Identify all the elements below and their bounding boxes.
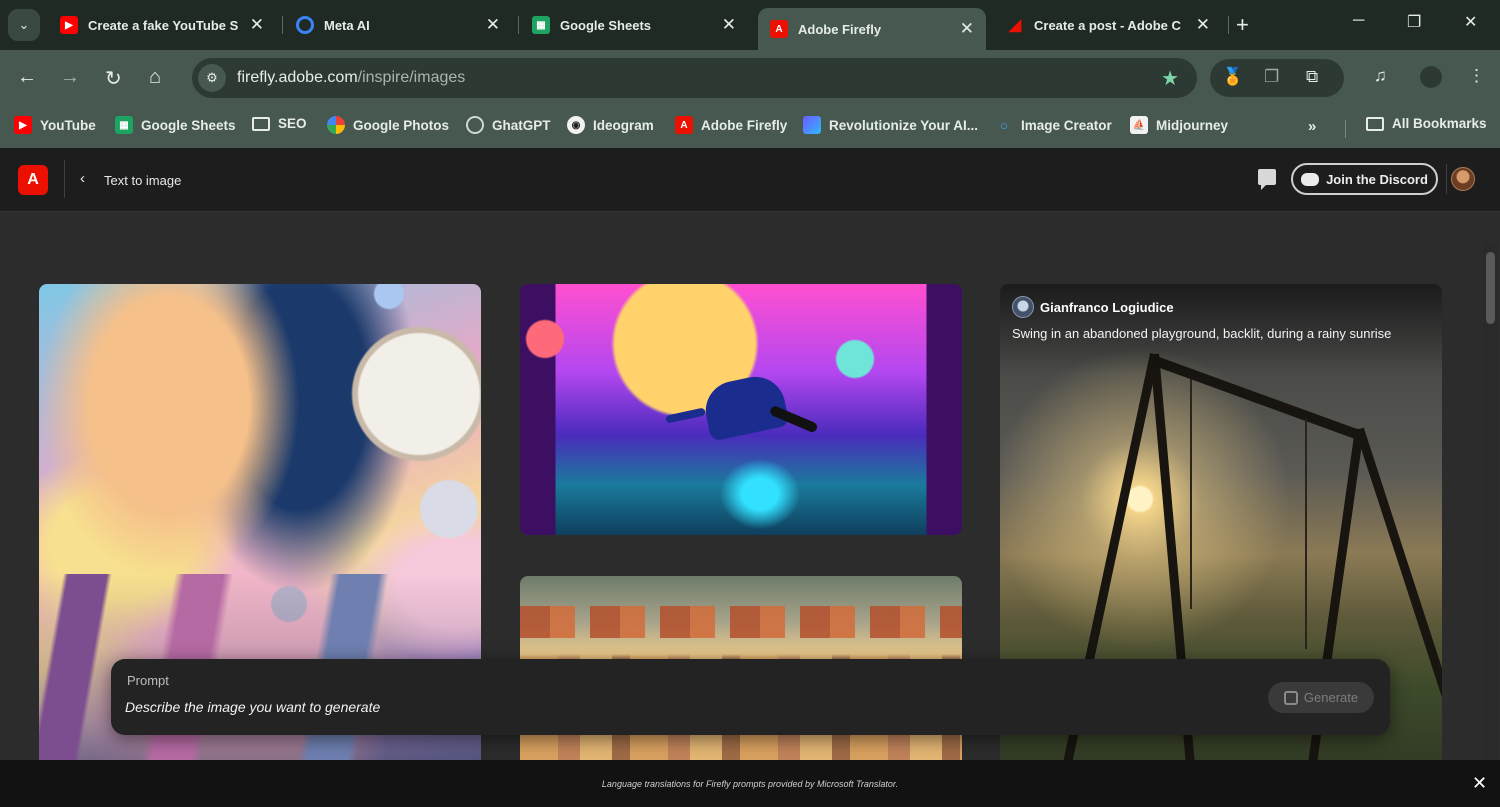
close-icon[interactable]: ✕ [1472, 773, 1487, 794]
generate-button[interactable]: Generate [1268, 682, 1374, 713]
copy-extension-icon[interactable]: ❐ [1264, 67, 1279, 87]
tab-close-icon[interactable]: ✕ [722, 15, 736, 35]
google-sheets-icon: ▦ [115, 116, 133, 134]
bookmark-adobe-firefly[interactable]: A Adobe Firefly [675, 116, 787, 134]
midjourney-icon: ⛵ [1130, 116, 1148, 134]
bookmark-midjourney[interactable]: ⛵ Midjourney [1130, 116, 1228, 134]
bookmark-image-creator[interactable]: ○ Image Creator [995, 116, 1112, 134]
bookmark-star-icon[interactable]: ★ [1161, 66, 1179, 91]
browser-tab-strip: ⌄ ▶ Create a fake YouTube S ✕ Meta AI ✕ … [0, 0, 1500, 50]
tab-separator [518, 16, 519, 34]
youtube-icon: ▶ [14, 116, 32, 134]
bookmark-google-photos[interactable]: Google Photos [327, 116, 449, 134]
card-author[interactable]: Gianfranco Logiudice [1012, 296, 1174, 318]
reload-icon[interactable]: ↻ [105, 66, 122, 91]
prompt-input[interactable] [125, 695, 1235, 719]
adobe-logo-icon[interactable]: A [18, 165, 48, 195]
adobe-icon: ◢ [1008, 17, 1022, 34]
bookmark-folder-seo[interactable]: SEO [252, 116, 307, 131]
tab-close-icon[interactable]: ✕ [250, 15, 264, 35]
chevron-down-icon: ⌄ [18, 17, 30, 32]
tab-youtube[interactable]: ▶ Create a fake YouTube S ✕ [48, 8, 276, 42]
bookmark-revolutionize[interactable]: Revolutionize Your AI... [803, 116, 978, 134]
bookmarks-bar: ▶ YouTube ▦ Google Sheets SEO Google Pho… [0, 106, 1500, 148]
tab-separator [282, 16, 283, 34]
tab-close-icon[interactable]: ✕ [1196, 15, 1210, 35]
extensions-group: 🏅 ❐ ⧉ [1210, 59, 1344, 97]
prompt-label: Prompt [127, 673, 169, 688]
generate-sparkle-icon [1283, 690, 1298, 705]
ideogram-icon: ◉ [567, 116, 585, 134]
author-avatar [1012, 296, 1034, 318]
bookmarks-overflow-icon[interactable]: » [1308, 118, 1316, 135]
window-close-icon[interactable]: ✕ [1464, 12, 1477, 32]
browser-toolbar: ← → ↻ ⌂ ⚙ firefly.adobe.com/inspire/imag… [0, 50, 1500, 106]
bookmark-ideogram[interactable]: ◉ Ideogram [567, 116, 654, 134]
profile-avatar-icon[interactable] [1420, 66, 1442, 88]
neon-figure-illustration [700, 371, 790, 442]
kebab-menu-icon[interactable]: ⋮ [1468, 66, 1485, 86]
join-discord-button[interactable]: Join the Discord [1291, 163, 1438, 195]
tab-google-sheets[interactable]: ▦ Google Sheets ✕ [520, 8, 748, 42]
folder-icon [1366, 116, 1384, 131]
home-icon[interactable]: ⌂ [149, 66, 161, 89]
firefly-header: A ‹ Text to image Join the Discord [0, 148, 1500, 212]
extensions-puzzle-icon[interactable]: ⧉ [1306, 67, 1318, 87]
swing-illustration [1355, 427, 1442, 807]
chatgpt-icon [466, 116, 484, 134]
feedback-icon[interactable] [1258, 169, 1276, 190]
header-divider [1446, 164, 1447, 194]
bookmark-youtube[interactable]: ▶ YouTube [14, 116, 96, 134]
tab-close-icon[interactable]: ✕ [960, 19, 974, 39]
tab-separator [1228, 16, 1229, 34]
url-text[interactable]: firefly.adobe.com/inspire/images [237, 69, 465, 87]
image-creator-icon: ○ [1000, 117, 1008, 133]
user-avatar[interactable] [1451, 167, 1475, 191]
adobe-firefly-icon: A [770, 20, 788, 38]
page-scrollbar[interactable] [1483, 242, 1498, 807]
address-bar[interactable]: ⚙ firefly.adobe.com/inspire/images ★ [192, 58, 1197, 98]
back-arrow-icon[interactable]: ← [17, 66, 37, 89]
medal-extension-icon[interactable]: 🏅 [1222, 67, 1243, 87]
translation-notice-banner: Language translations for Firefly prompt… [0, 760, 1500, 807]
minimize-icon[interactable]: ─ [1353, 12, 1364, 30]
site-info-icon[interactable]: ⚙ [198, 64, 226, 92]
restore-icon[interactable]: ❐ [1407, 12, 1421, 32]
scrollbar-thumb[interactable] [1486, 252, 1495, 324]
prompt-bar: Prompt Generate [111, 659, 1390, 735]
meta-ai-icon [296, 16, 314, 34]
gallery-image-card[interactable] [520, 284, 962, 535]
all-bookmarks-button[interactable]: All Bookmarks [1366, 116, 1487, 131]
tab-meta-ai[interactable]: Meta AI ✕ [284, 8, 512, 42]
tab-search-button[interactable]: ⌄ [8, 9, 40, 41]
swing-illustration [1190, 379, 1192, 609]
bookmark-google-sheets[interactable]: ▦ Google Sheets [115, 116, 236, 134]
google-sheets-icon: ▦ [532, 16, 550, 34]
tab-close-icon[interactable]: ✕ [486, 15, 500, 35]
bookmark-chatgpt[interactable]: GhatGPT [466, 116, 551, 134]
tab-adobe-express[interactable]: ◢ Create a post - Adobe C ✕ [994, 8, 1222, 42]
revolutionize-icon [803, 116, 821, 134]
header-divider [64, 160, 65, 198]
back-to-text-to-image[interactable]: Text to image [104, 173, 181, 188]
google-photos-icon [327, 116, 345, 134]
youtube-icon: ▶ [60, 16, 78, 34]
folder-icon [252, 116, 270, 131]
new-tab-plus-icon[interactable]: + [1236, 12, 1249, 38]
card-prompt-text: Swing in an abandoned playground, backli… [1012, 326, 1392, 341]
chevron-left-icon[interactable]: ‹ [80, 170, 85, 187]
adobe-firefly-icon: A [675, 116, 693, 134]
reading-list-icon[interactable]: ♫ [1374, 66, 1387, 86]
bookmarks-divider [1345, 120, 1346, 138]
swing-illustration [1305, 419, 1307, 649]
tab-adobe-firefly[interactable]: A Adobe Firefly ✕ [758, 8, 986, 50]
discord-icon [1301, 172, 1320, 186]
translation-notice-text: Language translations for Firefly prompt… [601, 779, 899, 789]
forward-arrow-icon[interactable]: → [60, 66, 80, 89]
